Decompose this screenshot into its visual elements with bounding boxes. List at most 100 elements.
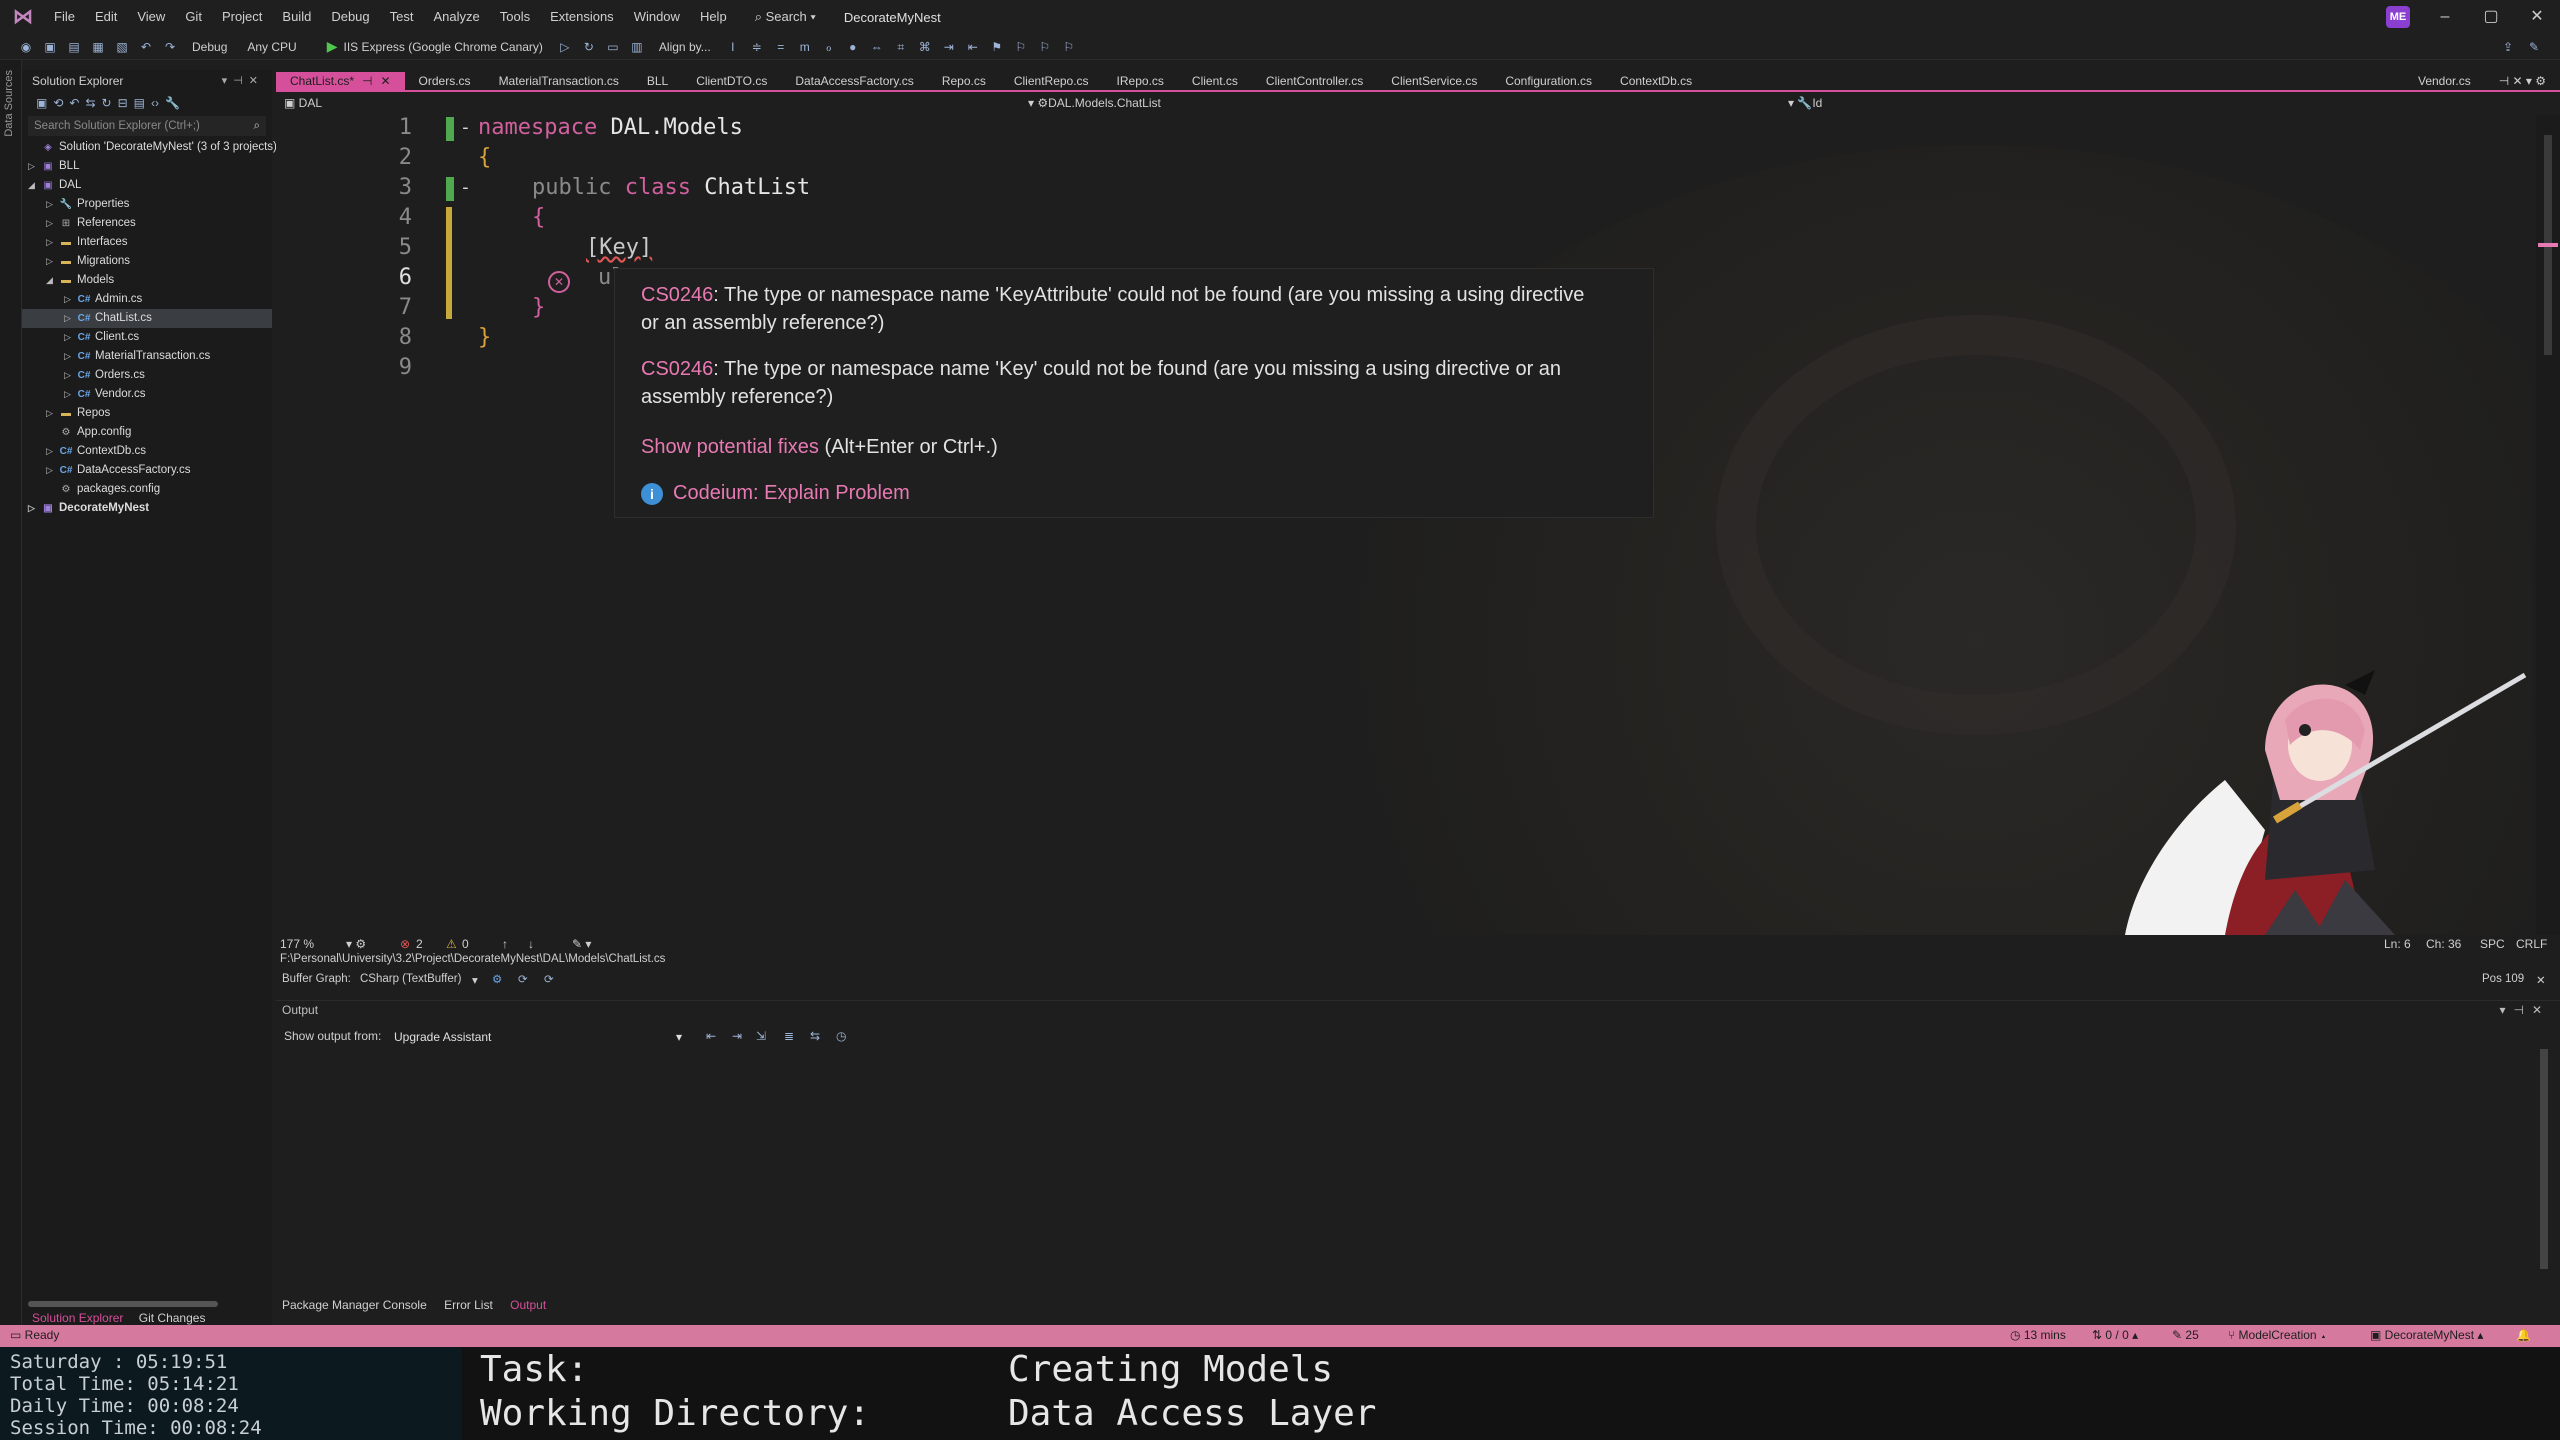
chevron-down-icon[interactable]: ▾ xyxy=(472,973,478,987)
open-icon[interactable]: ▤ xyxy=(66,39,82,55)
uncomment-icon[interactable]: ⌘ xyxy=(917,39,933,55)
tab-contextdb[interactable]: ContextDb.cs xyxy=(1606,72,1706,90)
horizontal-scrollbar[interactable] xyxy=(28,1301,218,1307)
menu-file[interactable]: File xyxy=(44,0,85,34)
tree-item-models[interactable]: ◢ ▬ Models xyxy=(22,271,272,290)
warning-count[interactable]: 0 xyxy=(462,937,469,951)
tab-materialtransaction[interactable]: MaterialTransaction.cs xyxy=(485,72,633,90)
switch-views-icon[interactable]: ▣ xyxy=(36,96,47,110)
comment-icon[interactable]: ⌗ xyxy=(893,39,909,55)
share-icon[interactable]: ⇪ xyxy=(2500,39,2516,55)
tree-item-dataaccessfactory[interactable]: ▷ C# DataAccessFactory.cs xyxy=(22,461,272,480)
search-button[interactable]: ⌕ Search ▾ xyxy=(743,9,828,25)
tree-item-decoratemynest[interactable]: ▷ ▣ DecorateMyNest xyxy=(22,499,272,518)
whitespace-status[interactable]: SPC xyxy=(2480,937,2505,951)
undo-icon[interactable]: ↶ xyxy=(138,39,154,55)
save-icon[interactable]: ▦ xyxy=(90,39,106,55)
pending-changes-icon[interactable]: ⇆ xyxy=(85,96,95,110)
tab-bll[interactable]: BLL xyxy=(633,72,682,90)
tab-clientservice[interactable]: ClientService.cs xyxy=(1377,72,1491,90)
editor-vertical-scrollbar[interactable] xyxy=(2536,115,2560,935)
search-icon[interactable]: ⌕ xyxy=(254,116,260,136)
brush-icon[interactable]: ✎ ▾ xyxy=(572,937,591,951)
refresh-icon[interactable]: ↻ xyxy=(581,39,597,55)
graph-export-icon[interactable]: ⟳ xyxy=(544,972,554,986)
go-to-next-icon[interactable]: ⇥ xyxy=(732,1029,742,1043)
feedback-icon[interactable]: ✎ xyxy=(2526,39,2542,55)
menu-build[interactable]: Build xyxy=(272,0,321,34)
tree-item-contextdb[interactable]: ▷ C# ContextDb.cs xyxy=(22,442,272,461)
save-all-icon[interactable]: ▧ xyxy=(114,39,130,55)
sync-icon[interactable]: ⟲ xyxy=(53,96,63,110)
codeium-explain-link[interactable]: Codeium: Explain Problem xyxy=(673,482,910,504)
tab-clientdto[interactable]: ClientDTO.cs xyxy=(682,72,781,90)
close-icon[interactable]: ✕ xyxy=(2514,0,2560,34)
tree-item-chatlist[interactable]: ▷ C# ChatList.cs xyxy=(22,309,272,328)
new-project-icon[interactable]: ▣ xyxy=(42,39,58,55)
collapse-icon[interactable]: - xyxy=(460,117,471,138)
error-code-link[interactable]: CS0246 xyxy=(641,284,713,306)
minimize-icon[interactable]: – xyxy=(2422,0,2468,34)
tree-item-materialtransaction[interactable]: ▷ C# MaterialTransaction.cs xyxy=(22,347,272,366)
go-to-prev-icon[interactable]: ⇤ xyxy=(706,1029,716,1043)
tab-dataaccessfactory[interactable]: DataAccessFactory.cs xyxy=(781,72,927,90)
find-icon[interactable]: ⇲ xyxy=(756,1029,766,1043)
tab-git-changes[interactable]: Git Changes xyxy=(139,1311,206,1325)
close-icon[interactable]: ✕ xyxy=(380,74,390,88)
navigate-up-icon[interactable]: ↑ xyxy=(502,937,508,951)
breakpoint-icon[interactable]: ● xyxy=(845,39,861,55)
type-dropdown[interactable]: ▾ ⚙DAL.Models.ChatList xyxy=(1028,96,1161,110)
tree-item-interfaces[interactable]: ▷ ▬ Interfaces xyxy=(22,233,272,252)
timestamp-icon[interactable]: ◷ xyxy=(836,1029,846,1043)
data-sources-tab[interactable]: Data Sources xyxy=(3,70,15,137)
menu-extensions[interactable]: Extensions xyxy=(540,0,624,34)
branch-status[interactable]: ⑂ ModelCreation ▴ xyxy=(2228,1328,2327,1342)
align-by-dropdown[interactable]: Align by... xyxy=(659,40,711,54)
tree-item-solution[interactable]: ◈ Solution 'DecorateMyNest' (3 of 3 proje… xyxy=(22,138,277,157)
copilot-icon[interactable]: ▾ ⚙ xyxy=(346,937,366,951)
tab-error-list[interactable]: Error List xyxy=(444,1298,493,1312)
menu-edit[interactable]: Edit xyxy=(85,0,127,34)
menu-debug[interactable]: Debug xyxy=(321,0,379,34)
align-equal-icon[interactable]: = xyxy=(773,39,789,55)
pin-icon[interactable]: ⊣ xyxy=(362,74,372,88)
line-ending-status[interactable]: CRLF xyxy=(2516,937,2547,951)
timer-status[interactable]: ◷ 13 mins xyxy=(2010,1328,2066,1342)
tab-irepo[interactable]: IRepo.cs xyxy=(1103,72,1178,90)
panel-controls-icon[interactable]: ▾⊣✕ xyxy=(222,70,264,92)
navigate-down-icon[interactable]: ↓ xyxy=(528,937,534,951)
tree-item-packages-config[interactable]: ⚙ packages.config xyxy=(22,480,272,499)
next-bookmark-icon[interactable]: ⚐ xyxy=(1037,39,1053,55)
tab-vendor[interactable]: Vendor.cs xyxy=(2404,72,2485,90)
navigate-back-icon[interactable]: ◉ xyxy=(18,39,34,55)
tab-solution-explorer[interactable]: Solution Explorer xyxy=(32,1311,123,1325)
layout-icon[interactable]: ▥ xyxy=(629,39,645,55)
show-potential-fixes-link[interactable]: Show potential fixes xyxy=(641,436,819,458)
project-dropdown[interactable]: ▣ DAL xyxy=(284,96,322,110)
tab-repo[interactable]: Repo.cs xyxy=(928,72,1000,90)
repo-status[interactable]: ▣ DecorateMyNest ▴ xyxy=(2370,1328,2483,1342)
redo-icon[interactable]: ↷ xyxy=(162,39,178,55)
output-source-select[interactable]: Upgrade Assistant ▾ xyxy=(388,1027,688,1047)
browser-link-icon[interactable]: ▭ xyxy=(605,39,621,55)
member-dropdown[interactable]: ▾ 🔧Id xyxy=(1788,96,1822,110)
configuration-dropdown[interactable]: Debug xyxy=(192,40,227,54)
format-icon[interactable]: ℴ xyxy=(821,39,837,55)
menu-help[interactable]: Help xyxy=(690,0,737,34)
word-wrap-icon[interactable]: ⇆ xyxy=(810,1029,820,1043)
align-center-icon[interactable]: ≑ xyxy=(749,39,765,55)
tab-orders[interactable]: Orders.cs xyxy=(405,72,485,90)
maximize-icon[interactable]: ▢ xyxy=(2468,0,2514,34)
prev-bookmark-icon[interactable]: ⚐ xyxy=(1013,39,1029,55)
tree-item-repos[interactable]: ▷ ▬ Repos xyxy=(22,404,272,423)
show-all-files-icon[interactable]: ▤ xyxy=(134,96,145,110)
tab-overflow-icon[interactable]: ⊣ ✕ ▾ ⚙ xyxy=(2485,72,2560,90)
tab-chatlist[interactable]: ChatList.cs* ⊣ ✕ xyxy=(276,72,405,90)
notification-bell-icon[interactable]: 🔔 xyxy=(2516,1328,2531,1342)
tab-output[interactable]: Output xyxy=(510,1298,546,1312)
tab-client[interactable]: Client.cs xyxy=(1178,72,1252,90)
tree-item-orders[interactable]: ▷ C# Orders.cs xyxy=(22,366,272,385)
menu-git[interactable]: Git xyxy=(175,0,212,34)
menu-view[interactable]: View xyxy=(127,0,175,34)
tree-item-migrations[interactable]: ▷ ▬ Migrations xyxy=(22,252,272,271)
